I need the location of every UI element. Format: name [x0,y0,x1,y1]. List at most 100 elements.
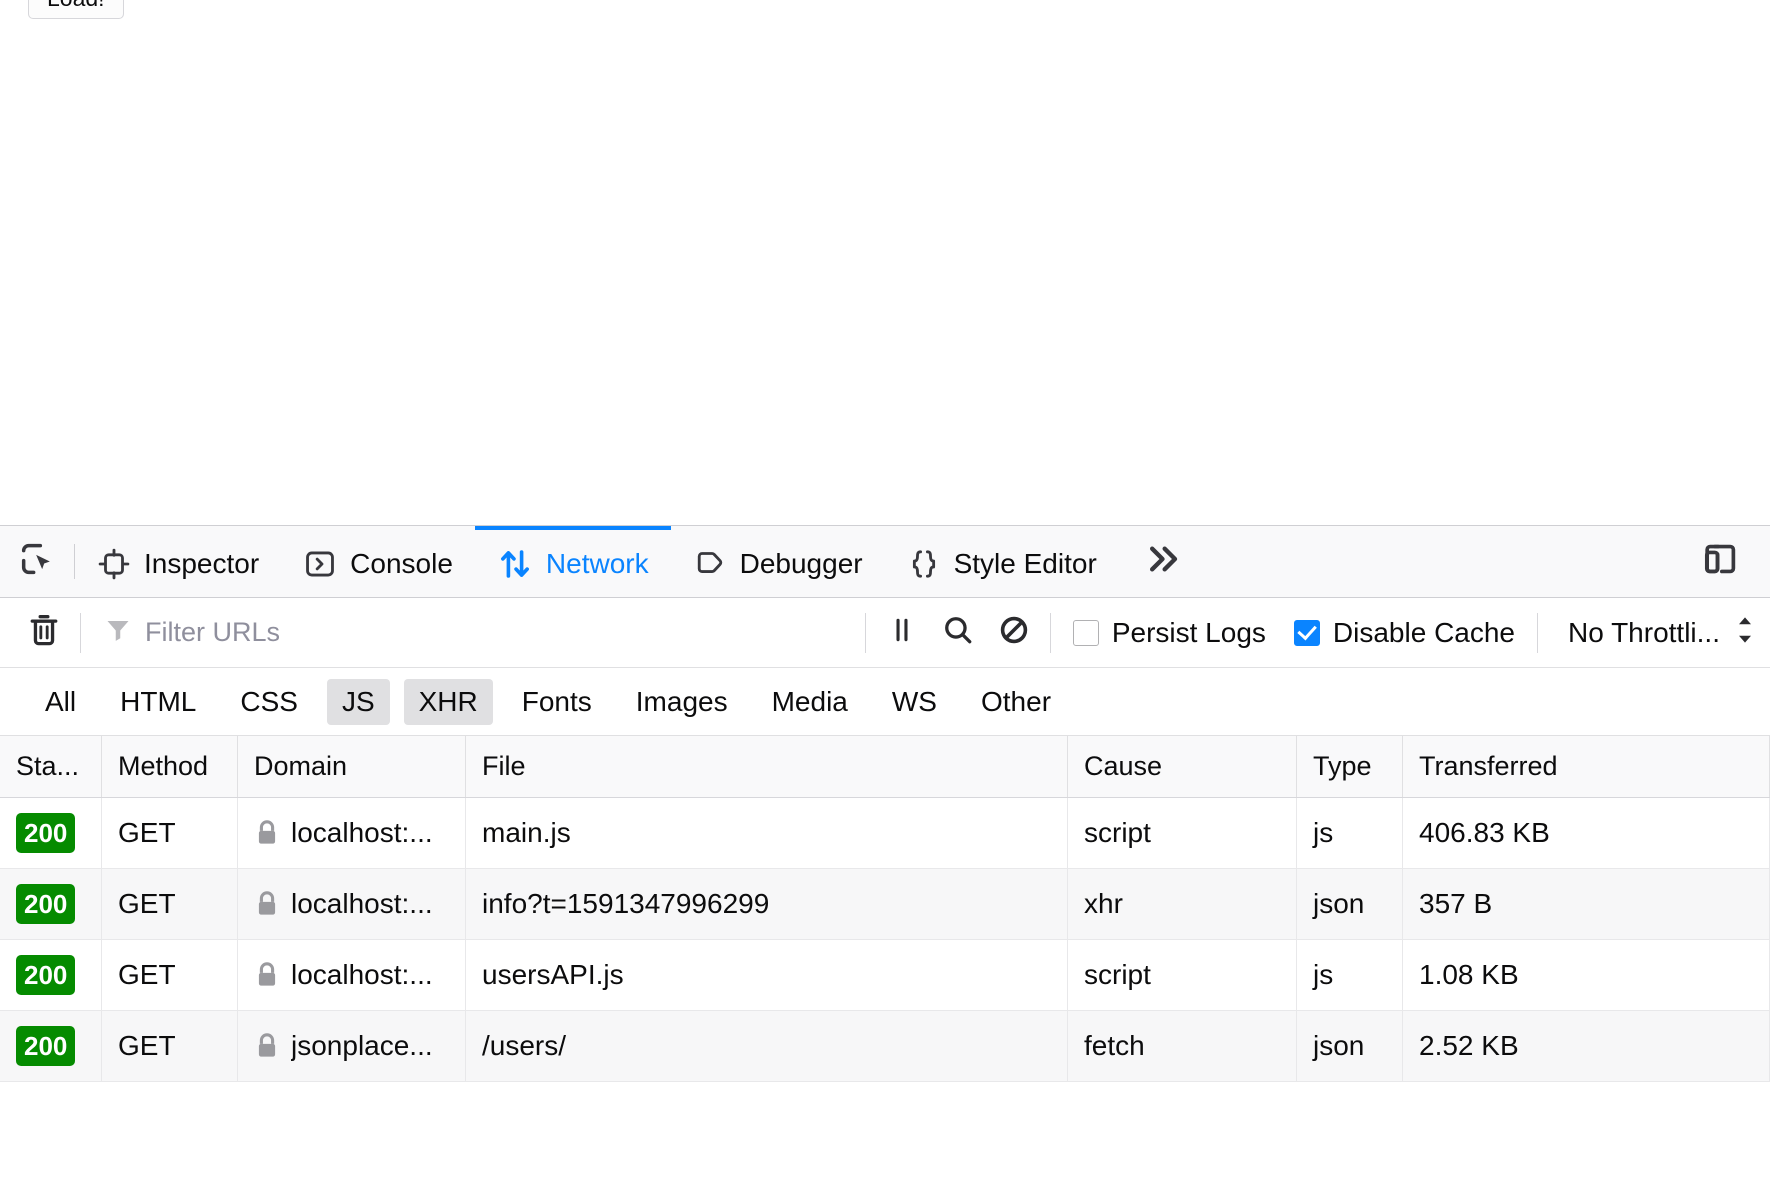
column-header-transferred[interactable]: Transferred [1403,736,1770,797]
filter-urls-input[interactable]: Filter URLs [89,609,857,657]
network-toolbar-options: Persist Logs Disable Cache No Throttli..… [1059,612,1770,653]
devtools-tabbar: Inspector Console Network Debugger Style… [0,526,1770,598]
debugger-icon [693,547,727,581]
element-picker-button[interactable] [0,526,74,597]
tab-style-editor-label: Style Editor [953,547,1097,579]
devtools-screen: Load! [0,0,1770,1198]
toolbar-divider [1537,612,1539,653]
tab-debugger[interactable]: Debugger [671,526,885,597]
type-filter-media[interactable]: Media [757,679,863,725]
cell-file: usersAPI.js [466,940,1068,1011]
funnel-icon [103,615,133,650]
throttling-value: No Throttli... [1568,616,1720,648]
table-row[interactable]: 200 GET localhost:... info?t=15913479962… [0,869,1770,940]
network-requests-table: Sta... Method Domain File Cause Type Tra… [0,736,1770,1082]
persist-logs-checkbox[interactable]: Persist Logs [1059,617,1280,649]
tab-network-label: Network [545,547,649,579]
type-filter-other[interactable]: Other [966,679,1066,725]
column-header-method[interactable]: Method [102,736,238,797]
type-filter-all[interactable]: All [30,679,91,725]
responsive-design-mode-icon [1698,537,1742,586]
tab-network[interactable]: Network [474,526,671,597]
cell-file: main.js [466,798,1068,869]
column-header-file[interactable]: File [466,736,1068,797]
persist-logs-label: Persist Logs [1111,616,1266,648]
toolbar-divider [1049,612,1051,653]
style-editor-icon [907,547,941,581]
cell-method: GET [102,940,238,1011]
type-filter-fonts[interactable]: Fonts [507,679,607,725]
type-filter-css[interactable]: CSS [225,679,313,725]
table-header-row: Sta... Method Domain File Cause Type Tra… [0,736,1770,798]
tab-debugger-label: Debugger [739,547,863,579]
chevron-double-right-icon [1143,539,1183,584]
devtools-panel: Inspector Console Network Debugger Style… [0,525,1770,1198]
filter-urls-placeholder: Filter URLs [145,617,281,647]
search-requests-button[interactable] [930,605,986,661]
table-row[interactable]: 200 GET localhost:... main.js script js … [0,798,1770,869]
cell-cause: script [1068,798,1297,869]
devtools-tabbar-actions [1680,526,1770,597]
cell-cause: script [1068,940,1297,1011]
lock-icon [254,819,280,847]
cell-method: GET [102,869,238,940]
lock-icon [254,890,280,918]
column-header-type[interactable]: Type [1297,736,1403,797]
tab-inspector[interactable]: Inspector [75,526,281,597]
type-filter-xhr[interactable]: XHR [403,678,493,725]
type-filter-images[interactable]: Images [621,679,743,725]
cell-type: js [1297,798,1403,869]
tab-console-label: Console [350,547,453,579]
cell-status: 200 [0,1011,102,1082]
status-badge: 200 [16,1026,76,1066]
persist-logs-box [1072,619,1099,646]
cell-domain-text: localhost:... [291,817,433,848]
column-header-status[interactable]: Sta... [0,736,102,797]
column-header-domain[interactable]: Domain [238,736,466,797]
block-icon [996,612,1032,653]
throttling-dropdown[interactable]: No Throttli... [1546,615,1770,650]
toolbar-divider [864,612,866,653]
cell-status: 200 [0,869,102,940]
lock-icon [254,1032,280,1060]
request-type-filters: All HTML CSS JS XHR Fonts Images Media W… [0,668,1770,736]
web-page-content: Load! [0,0,1770,525]
lock-icon [254,961,280,989]
clear-requests-button[interactable] [16,605,72,661]
cell-domain: localhost:... [238,798,466,869]
type-filter-js[interactable]: JS [326,678,390,725]
type-filter-html[interactable]: HTML [105,679,211,725]
cell-transferred: 406.83 KB [1403,798,1770,869]
cell-status: 200 [0,940,102,1011]
cell-file: /users/ [466,1011,1068,1082]
status-badge: 200 [16,955,76,995]
disable-cache-label: Disable Cache [1332,616,1516,648]
table-row[interactable]: 200 GET jsonplace... /users/ fetch json … [0,1011,1770,1082]
cell-domain: jsonplace... [238,1011,466,1082]
tab-console[interactable]: Console [281,526,475,597]
status-badge: 200 [16,813,76,853]
element-picker-icon [17,539,57,584]
type-filter-ws[interactable]: WS [877,679,952,725]
updown-arrows-icon [1732,615,1758,650]
disable-cache-checkbox[interactable]: Disable Cache [1280,617,1529,649]
cell-type: json [1297,1011,1403,1082]
pause-requests-button[interactable] [874,605,930,661]
cell-transferred: 357 B [1403,869,1770,940]
cell-domain-text: jsonplace... [291,1030,433,1061]
pause-icon [885,613,919,652]
console-icon [303,547,337,581]
cell-method: GET [102,1011,238,1082]
load-button[interactable]: Load! [28,0,124,19]
table-row[interactable]: 200 GET localhost:... usersAPI.js script… [0,940,1770,1011]
tab-style-editor[interactable]: Style Editor [885,526,1119,597]
cell-domain-text: localhost:... [291,959,433,990]
tabs-overflow-button[interactable] [1119,526,1207,597]
block-requests-button[interactable] [986,605,1042,661]
cell-transferred: 2.52 KB [1403,1011,1770,1082]
cell-domain-text: localhost:... [291,888,433,919]
responsive-design-mode-button[interactable] [1698,537,1742,586]
column-header-cause[interactable]: Cause [1068,736,1297,797]
cell-cause: xhr [1068,869,1297,940]
cell-file: info?t=1591347996299 [466,869,1068,940]
